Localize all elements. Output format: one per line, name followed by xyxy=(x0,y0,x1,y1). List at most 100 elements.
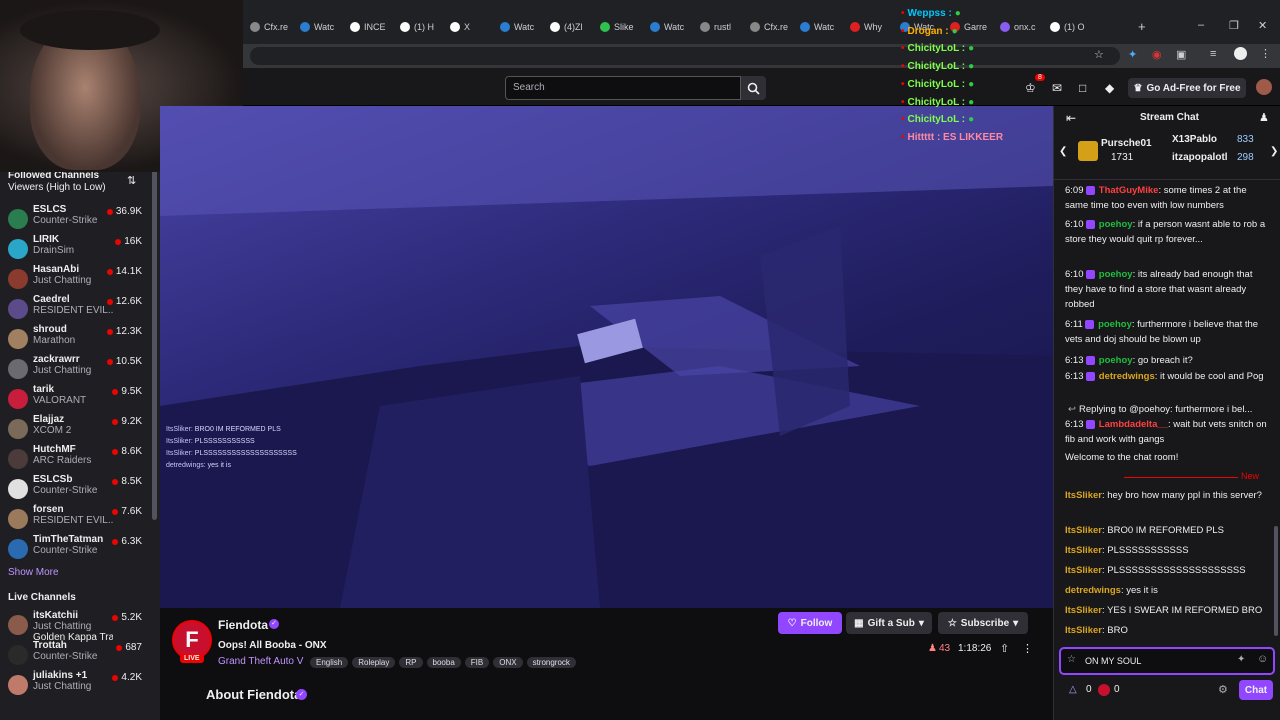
browser-tab[interactable]: Watc xyxy=(800,18,834,36)
sidebar-channel[interactable]: HutchMF ARC Raiders 8.6K xyxy=(0,444,152,474)
channel-points-icon[interactable]: △ xyxy=(1069,684,1077,695)
chat-send-button[interactable]: Chat xyxy=(1239,680,1273,700)
stream-tag[interactable]: ONX xyxy=(493,657,523,668)
bookmark-star-icon[interactable]: ☆ xyxy=(1094,48,1104,61)
chat-message: ItsSliker: BRO0 IM REFORMED PLS xyxy=(1065,523,1271,538)
message-user[interactable]: poehoy xyxy=(1096,219,1133,230)
extension-icon[interactable]: ✦ xyxy=(1128,48,1137,61)
chat-settings-icon[interactable]: ⚙ xyxy=(1218,683,1228,696)
sidebar-channel[interactable]: LIRIK DrainSim 16K xyxy=(0,234,152,264)
stream-tag[interactable]: FIB xyxy=(464,657,490,668)
browser-tab[interactable]: Watc xyxy=(300,18,334,36)
whispers-icon[interactable]: □ xyxy=(1079,81,1086,95)
video-player[interactable] xyxy=(160,106,1053,608)
search-input[interactable]: Search xyxy=(505,76,741,100)
chevron-left-icon[interactable]: ❮ xyxy=(1059,146,1067,157)
viewer-count: 6.3K xyxy=(121,536,142,547)
sidebar-channel[interactable]: ESLCSb Counter-Strike 8.5K xyxy=(0,474,152,504)
magic-icon[interactable]: ✦ xyxy=(1237,654,1245,665)
community-icon[interactable]: ♟ xyxy=(1259,111,1269,124)
minimize-icon[interactable]: – xyxy=(1198,19,1204,31)
message-user[interactable]: poehoy xyxy=(1096,355,1133,366)
sidebar-channel[interactable]: Caedrel RESIDENT EVIL... 12.6K xyxy=(0,294,152,324)
browser-tab[interactable]: (4)Zl xyxy=(550,18,583,36)
message-user[interactable]: detredwings xyxy=(1065,585,1121,596)
stream-tag[interactable]: English xyxy=(310,657,349,668)
emoji-icon[interactable]: ☺ xyxy=(1257,653,1268,665)
sidebar-channel[interactable]: itsKatchiiJust ChattingGolden Kappa Trai… xyxy=(0,610,152,643)
message-user[interactable]: ItsSliker xyxy=(1065,490,1102,501)
stream-tag[interactable]: booba xyxy=(426,657,461,668)
crown-notifications-icon[interactable]: ♔ xyxy=(1025,81,1036,95)
sidebar-channel[interactable]: tarik VALORANT 9.5K xyxy=(0,384,152,414)
stream-category[interactable]: Grand Theft Auto V xyxy=(218,656,303,667)
reading-list-icon[interactable]: ≡ xyxy=(1210,48,1216,60)
sidebar-channel[interactable]: shroud Marathon 12.3K xyxy=(0,324,152,354)
message-user[interactable]: ItsSliker xyxy=(1065,625,1102,636)
streamer-name[interactable]: Fiendota xyxy=(218,618,268,632)
follow-button[interactable]: ♡ Follow xyxy=(778,612,842,634)
gift-sub-button[interactable]: ▦ Gift a Sub ▾ xyxy=(846,612,932,634)
message-user[interactable]: ItsSliker xyxy=(1065,565,1102,576)
user-avatar[interactable] xyxy=(1256,79,1272,95)
close-window-icon[interactable]: ✕ xyxy=(1258,19,1267,32)
subscribe-button[interactable]: ☆ Subscribe ▾ xyxy=(938,612,1028,634)
stream-tag[interactable]: Roleplay xyxy=(352,657,396,668)
share-icon[interactable]: ⇧ xyxy=(1000,642,1009,655)
message-user[interactable]: ItsSliker xyxy=(1065,545,1102,556)
browser-tab[interactable]: Cfx.re xyxy=(250,18,288,36)
extensions-puzzle-icon[interactable]: ▣ xyxy=(1176,48,1186,61)
sidebar-channel[interactable]: TimTheTatman Counter-Strike 6.3K xyxy=(0,534,152,564)
browser-tab[interactable]: Slike xyxy=(600,18,634,36)
message-time: 6:10 xyxy=(1065,219,1087,230)
browser-tab[interactable]: Watc xyxy=(500,18,534,36)
message-user[interactable]: poehoy xyxy=(1095,319,1132,330)
browser-tab[interactable]: rustl xyxy=(700,18,731,36)
sidebar-channel[interactable]: Trottah Counter-Strike 687 xyxy=(0,640,152,670)
chevron-right-icon[interactable]: ❯ xyxy=(1270,146,1278,157)
more-options-icon[interactable]: ⋮ xyxy=(1022,642,1033,655)
bits-icon[interactable]: ◆ xyxy=(1105,81,1114,95)
show-more-link[interactable]: Show More xyxy=(8,567,59,578)
message-user[interactable]: ThatGuyMike xyxy=(1096,185,1159,196)
sidebar-scrollbar[interactable] xyxy=(152,166,157,520)
extension-icon-2[interactable]: ◉ xyxy=(1152,48,1162,61)
chat-input[interactable]: ☆ ON MY SOUL ✦ ☺ xyxy=(1059,647,1275,675)
stream-tag[interactable]: RP xyxy=(399,657,423,668)
sidebar-channel[interactable]: HasanAbi Just Chatting 14.1K xyxy=(0,264,152,294)
live-dot-icon xyxy=(115,238,122,245)
emote-star-icon[interactable]: ☆ xyxy=(1067,654,1076,665)
browser-tab[interactable]: (1) H xyxy=(400,18,434,36)
maximize-icon[interactable]: ❐ xyxy=(1229,19,1239,32)
message-user[interactable]: detredwings xyxy=(1096,371,1155,382)
message-user[interactable]: ItsSliker xyxy=(1065,525,1102,536)
message-user[interactable]: Lambdadelta__ xyxy=(1096,419,1168,430)
viewer-count: 8.5K xyxy=(121,476,142,487)
sort-icon[interactable]: ⇅ xyxy=(127,174,136,187)
browser-tab[interactable]: Watc xyxy=(650,18,684,36)
new-tab-button[interactable]: + xyxy=(1138,19,1146,34)
collapse-chat-icon[interactable]: ⇤ xyxy=(1066,111,1076,125)
chat-scrollbar[interactable] xyxy=(1274,526,1278,636)
sidebar-channel[interactable]: ESLCS Counter-Strike 36.9K xyxy=(0,204,152,234)
custom-points-icon[interactable] xyxy=(1098,684,1110,696)
stream-tag[interactable]: strongrock xyxy=(526,657,576,668)
message-user[interactable]: poehoy xyxy=(1096,269,1133,280)
profile-avatar[interactable] xyxy=(1234,47,1247,60)
browser-menu-icon[interactable]: ⋮ xyxy=(1260,47,1271,60)
sidebar-channel[interactable]: forsen RESIDENT EVIL... 7.6K xyxy=(0,504,152,534)
sidebar-channel[interactable]: zackrawrr Just Chatting 10.5K xyxy=(0,354,152,384)
inbox-icon[interactable]: ✉ xyxy=(1052,81,1062,95)
browser-tab[interactable]: INCE xyxy=(350,18,386,36)
sidebar-channel[interactable]: juliakins +1 Just Chatting 4.2K xyxy=(0,670,152,700)
go-ad-free-button[interactable]: ♛ Go Ad-Free for Free xyxy=(1128,78,1246,98)
sidebar-channel[interactable]: Elajjaz XCOM 2 9.2K xyxy=(0,414,152,444)
browser-tab[interactable]: (1) O xyxy=(1050,18,1085,36)
message-user[interactable]: ItsSliker xyxy=(1065,605,1102,616)
live-dot-icon xyxy=(106,268,113,275)
browser-tab[interactable]: X xyxy=(450,18,470,36)
browser-tab[interactable]: Why xyxy=(850,18,882,36)
chat-input-text: ON MY SOUL xyxy=(1085,656,1142,666)
search-button[interactable] xyxy=(741,76,766,100)
browser-tab[interactable]: Cfx.re xyxy=(750,18,788,36)
